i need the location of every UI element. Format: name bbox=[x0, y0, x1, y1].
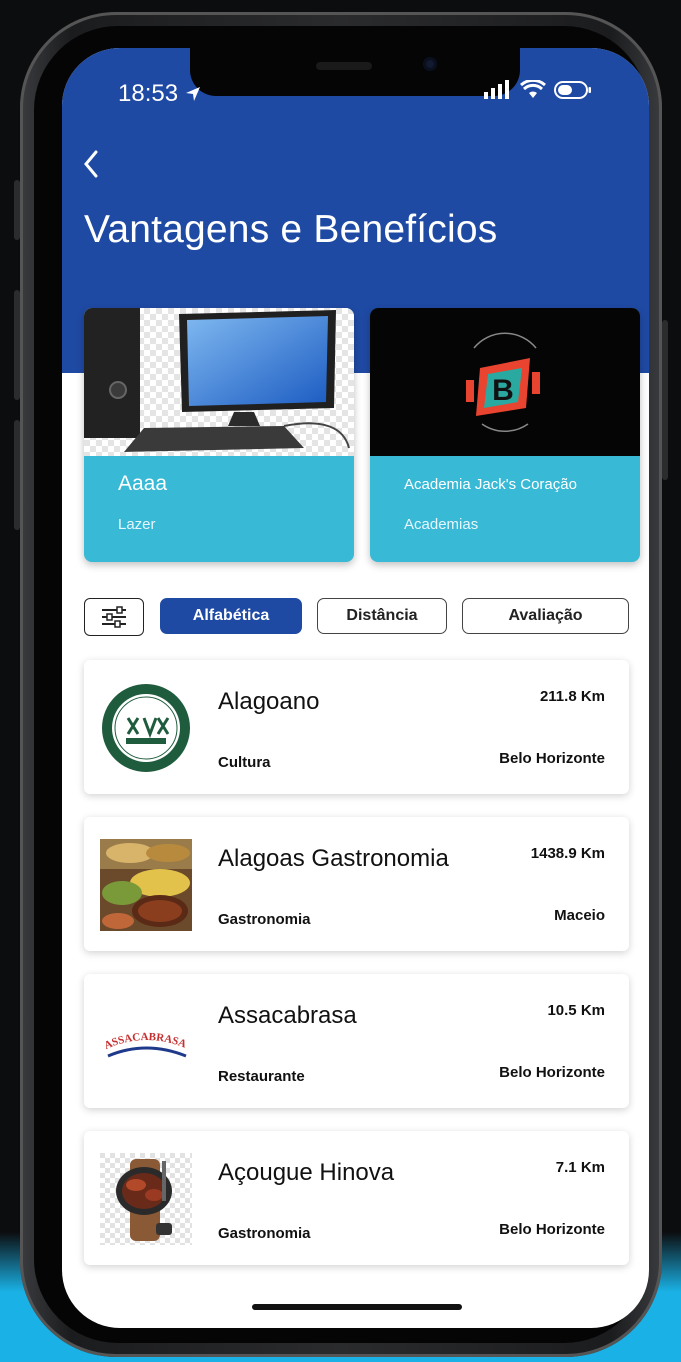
card-image-battle-fit-logo: B bbox=[370, 308, 640, 456]
item-distance: 10.5 Km bbox=[547, 1002, 605, 1019]
steak-pan-photo bbox=[100, 1153, 192, 1245]
volume-down-button bbox=[14, 420, 20, 530]
item-city: Belo Horizonte bbox=[499, 1064, 605, 1081]
notch bbox=[190, 48, 520, 96]
sort-distancia-button[interactable]: Distância bbox=[317, 598, 447, 634]
item-category: Restaurante bbox=[218, 1068, 305, 1085]
volume-up-button bbox=[14, 290, 20, 400]
app-screen: 18:53 Vantagens e Benefícios Aaaa Lazer … bbox=[62, 48, 649, 1328]
home-indicator[interactable] bbox=[252, 1304, 462, 1310]
sort-filter-bar: Alfabética Distância Avaliação bbox=[84, 598, 629, 640]
card-title: Academia Jack's Coração bbox=[404, 476, 577, 493]
item-distance: 211.8 Km bbox=[539, 688, 605, 705]
item-name: Alagoano bbox=[218, 688, 320, 715]
signal-icon bbox=[484, 80, 509, 99]
status-icons bbox=[482, 80, 592, 100]
sort-avaliacao-button[interactable]: Avaliação bbox=[462, 598, 629, 634]
item-city: Maceio bbox=[554, 907, 605, 924]
card-category: Lazer bbox=[118, 516, 156, 533]
location-arrow-icon bbox=[185, 87, 200, 101]
featured-card[interactable]: B Academia Jack's Coração Academias bbox=[370, 308, 640, 562]
card-category: Academias bbox=[404, 516, 479, 533]
chevron-left-icon bbox=[84, 150, 98, 178]
item-category: Gastronomia bbox=[218, 1225, 311, 1242]
sliders-icon bbox=[102, 606, 126, 628]
item-city: Belo Horizonte bbox=[499, 750, 605, 767]
item-city: Belo Horizonte bbox=[499, 1221, 605, 1238]
filter-settings-button[interactable] bbox=[84, 598, 144, 636]
card-title: Aaaa bbox=[118, 472, 168, 495]
battery-icon bbox=[554, 81, 591, 99]
mute-switch bbox=[14, 180, 20, 240]
featured-carousel: Aaaa Lazer B Academia Jack's Coração Aca… bbox=[84, 308, 644, 562]
item-category: Cultura bbox=[218, 754, 271, 771]
page-title: Vantagens e Benefícios bbox=[84, 208, 498, 251]
featured-card[interactable]: Aaaa Lazer bbox=[84, 308, 354, 562]
item-distance: 7.1 Km bbox=[555, 1159, 605, 1176]
wifi-icon bbox=[520, 80, 546, 98]
item-distance: 1438.9 Km bbox=[530, 845, 605, 862]
nova-acropole-logo bbox=[100, 682, 192, 774]
card-image-computer bbox=[84, 308, 354, 456]
list-item[interactable]: ASSACABRASA Assacabrasa Restaurante 10.5… bbox=[84, 974, 629, 1108]
list-item[interactable]: Alagoas Gastronomia Gastronomia 1438.9 K… bbox=[84, 817, 629, 951]
assacabrasa-logo: ASSACABRASA bbox=[100, 996, 192, 1088]
food-buffet-photo bbox=[100, 839, 192, 931]
svg-text:B: B bbox=[492, 374, 514, 407]
back-button[interactable] bbox=[74, 144, 114, 184]
list-item[interactable]: Alagoano Cultura 211.8 Km Belo Horizonte bbox=[84, 660, 629, 794]
item-name: Alagoas Gastronomia bbox=[218, 845, 449, 872]
sort-alfabetica-button[interactable]: Alfabética bbox=[160, 598, 302, 634]
power-button bbox=[662, 320, 668, 480]
item-category: Gastronomia bbox=[218, 911, 311, 928]
item-name: Assacabrasa bbox=[218, 1002, 357, 1029]
item-name: Açougue Hinova bbox=[218, 1159, 395, 1186]
status-time: 18:53 bbox=[118, 80, 201, 108]
list-item[interactable]: Açougue Hinova Gastronomia 7.1 Km Belo H… bbox=[84, 1131, 629, 1265]
